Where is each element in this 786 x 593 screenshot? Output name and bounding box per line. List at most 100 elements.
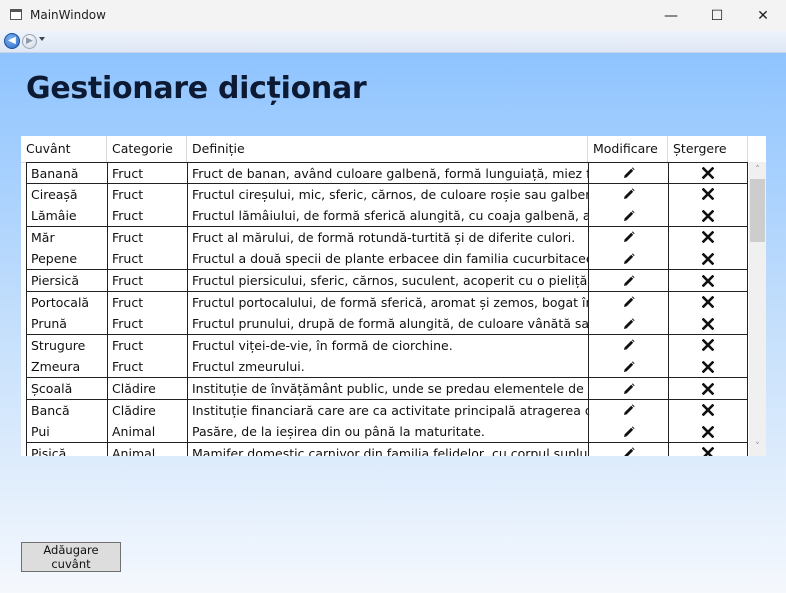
maximize-button[interactable]: ☐ <box>694 0 740 31</box>
cell-definition[interactable]: Fruct al mărului, de formă rotundă-turti… <box>187 226 588 249</box>
cell-category[interactable]: Fruct <box>107 162 187 184</box>
delete-button[interactable] <box>668 270 748 292</box>
cell-word[interactable]: Strugure <box>26 334 107 357</box>
cell-word[interactable]: Lămâie <box>26 205 107 228</box>
cell-definition[interactable]: Mamifer domestic carnivor din familia fe… <box>187 442 588 456</box>
table-row[interactable]: Pepene Fruct Fructul a două specii de plan… <box>21 248 748 271</box>
delete-button[interactable] <box>668 291 748 314</box>
delete-button[interactable] <box>668 334 748 357</box>
table-row[interactable]: Portocală Fruct Fructul portocalului, de f… <box>21 291 748 314</box>
edit-button[interactable] <box>588 313 668 336</box>
cell-word[interactable]: Prună <box>26 313 107 336</box>
delete-button[interactable] <box>668 356 748 379</box>
delete-button[interactable] <box>668 313 748 336</box>
table-row[interactable]: Pisică Animal Mamifer domestic carnivor di… <box>21 442 748 456</box>
delete-button[interactable] <box>668 399 748 422</box>
cell-category[interactable]: Animal <box>107 421 187 444</box>
cell-category[interactable]: Fruct <box>107 270 187 292</box>
table-row[interactable]: Pui Animal Pasăre, de la ieșirea din ou pâ… <box>21 421 748 444</box>
scroll-down-icon[interactable]: ˅ <box>749 439 766 456</box>
edit-button[interactable] <box>588 162 668 184</box>
edit-button[interactable] <box>588 334 668 357</box>
table-row[interactable]: Măr Fruct Fruct al mărului, de formă rotun… <box>21 226 748 249</box>
edit-button[interactable] <box>588 270 668 292</box>
cell-word[interactable]: Școală <box>26 378 107 400</box>
cell-word[interactable]: Zmeura <box>26 356 107 379</box>
scroll-thumb[interactable] <box>750 179 765 242</box>
cell-word[interactable]: Pepene <box>26 248 107 271</box>
column-header-delete[interactable]: Ștergere <box>668 136 748 162</box>
cell-word[interactable]: Bancă <box>26 399 107 422</box>
back-button[interactable]: ◀ <box>4 33 20 49</box>
table-row[interactable]: Strugure Fruct Fructul viței-de-vie, în fo… <box>21 334 748 357</box>
delete-button[interactable] <box>668 205 748 228</box>
cell-definition[interactable]: Fructul prunului, drupă de formă alungit… <box>187 313 588 336</box>
table-row[interactable]: Piersică Fruct Fructul piersicului, sferic… <box>21 270 748 292</box>
cell-word[interactable]: Cireașă <box>26 183 107 206</box>
table-row[interactable]: Banană Fruct Fruct de banan, având culoare… <box>21 162 748 184</box>
cell-definition[interactable]: Fructul piersicului, sferic, cărnos, suc… <box>187 270 588 292</box>
table-row[interactable]: Școală Clădire Instituție de învățământ pu… <box>21 378 748 400</box>
delete-button[interactable] <box>668 162 748 184</box>
delete-button[interactable] <box>668 421 748 444</box>
add-word-button[interactable]: Adăugare cuvânt <box>21 542 121 572</box>
table-row[interactable]: Zmeura Fruct Fructul zmeurului. <box>21 356 748 379</box>
cell-definition[interactable]: Fruct de banan, având culoare galbenă, f… <box>187 162 588 184</box>
column-header-category[interactable]: Categorie <box>107 136 187 162</box>
cell-word[interactable]: Piersică <box>26 270 107 292</box>
edit-button[interactable] <box>588 421 668 444</box>
edit-button[interactable] <box>588 248 668 271</box>
edit-button[interactable] <box>588 183 668 206</box>
column-header-definition[interactable]: Definiție <box>187 136 588 162</box>
cell-category[interactable]: Fruct <box>107 248 187 271</box>
edit-button[interactable] <box>588 399 668 422</box>
edit-button[interactable] <box>588 205 668 228</box>
cell-definition[interactable]: Fructul viței-de-vie, în formă de ciorch… <box>187 334 588 357</box>
delete-button[interactable] <box>668 442 748 456</box>
delete-button[interactable] <box>668 183 748 206</box>
scroll-up-icon[interactable]: ˄ <box>749 162 766 179</box>
edit-button[interactable] <box>588 291 668 314</box>
cell-category[interactable]: Fruct <box>107 205 187 228</box>
cell-category[interactable]: Animal <box>107 442 187 456</box>
cell-category[interactable]: Clădire <box>107 378 187 400</box>
cell-definition[interactable]: Fructul zmeurului. <box>187 356 588 379</box>
edit-button[interactable] <box>588 356 668 379</box>
cell-definition[interactable]: Pasăre, de la ieșirea din ou până la mat… <box>187 421 588 444</box>
edit-button[interactable] <box>588 378 668 400</box>
cell-definition[interactable]: Fructul portocalului, de formă sferică, … <box>187 291 588 314</box>
cell-definition[interactable]: Fructul lămâiului, de formă sferică alun… <box>187 205 588 228</box>
close-button[interactable]: ✕ <box>740 0 786 31</box>
cell-category[interactable]: Fruct <box>107 226 187 249</box>
column-header-word[interactable]: Cuvânt <box>21 136 107 162</box>
cell-category[interactable]: Fruct <box>107 334 187 357</box>
table-row[interactable]: Cireașă Fruct Fructul cireșului, mic, sfer… <box>21 183 748 206</box>
cell-category[interactable]: Fruct <box>107 291 187 314</box>
edit-button[interactable] <box>588 226 668 249</box>
delete-button[interactable] <box>668 248 748 271</box>
cell-category[interactable]: Fruct <box>107 183 187 206</box>
cell-word[interactable]: Pui <box>26 421 107 444</box>
delete-button[interactable] <box>668 378 748 400</box>
cell-definition[interactable]: Instituție financiară care are ca activi… <box>187 399 588 422</box>
table-row[interactable]: Prună Fruct Fructul prunului, drupă de for… <box>21 313 748 336</box>
forward-button[interactable]: ▶ <box>22 34 37 49</box>
vertical-scrollbar[interactable]: ˄ ˅ <box>749 162 766 456</box>
edit-button[interactable] <box>588 442 668 456</box>
table-row[interactable]: Bancă Clădire Instituție financiară care a… <box>21 399 748 422</box>
history-dropdown-icon[interactable] <box>39 37 45 41</box>
column-header-edit[interactable]: Modificare <box>588 136 668 162</box>
cell-definition[interactable]: Fructul a două specii de plante erbacee … <box>187 248 588 271</box>
minimize-button[interactable]: — <box>648 0 694 31</box>
cell-category[interactable]: Fruct <box>107 356 187 379</box>
cell-definition[interactable]: Instituție de învățământ public, unde se… <box>187 378 588 400</box>
cell-word[interactable]: Portocală <box>26 291 107 314</box>
cell-word[interactable]: Pisică <box>26 442 107 456</box>
cell-category[interactable]: Clădire <box>107 399 187 422</box>
cell-category[interactable]: Fruct <box>107 313 187 336</box>
delete-button[interactable] <box>668 226 748 249</box>
cell-definition[interactable]: Fructul cireșului, mic, sferic, cărnos, … <box>187 183 588 206</box>
table-row[interactable]: Lămâie Fruct Fructul lămâiului, de formă s… <box>21 205 748 228</box>
cell-word[interactable]: Banană <box>26 162 107 184</box>
cell-word[interactable]: Măr <box>26 226 107 249</box>
